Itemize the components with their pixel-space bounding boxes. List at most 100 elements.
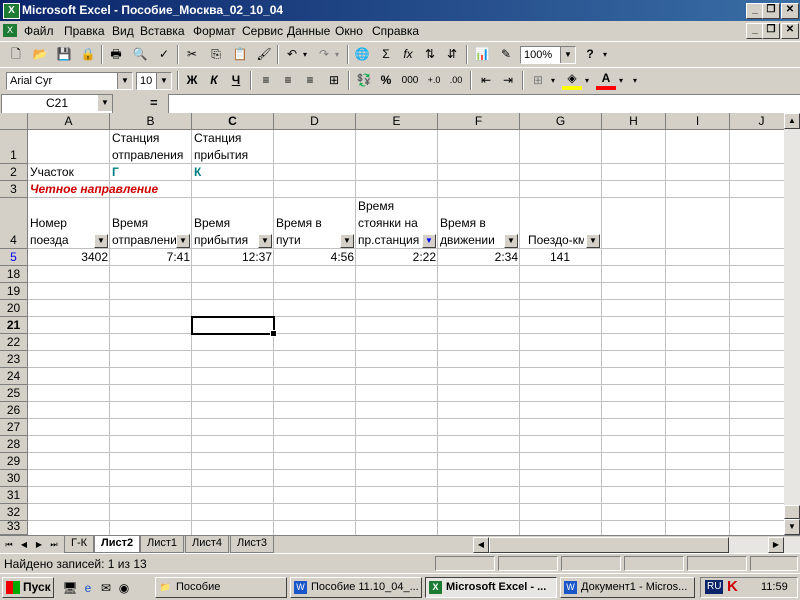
chevron-down-icon[interactable]: ▼: [117, 73, 132, 89]
row-header-23[interactable]: 23: [0, 351, 28, 368]
column-header-i[interactable]: I: [666, 113, 730, 130]
sheet-tab-list2[interactable]: Лист2: [94, 536, 141, 553]
merge-center-icon[interactable]: ⊞: [324, 71, 344, 90]
scroll-down-icon[interactable]: ▼: [784, 519, 800, 535]
undo-dropdown-icon[interactable]: ▾: [300, 45, 310, 64]
thousands-separator-button[interactable]: 000: [400, 71, 420, 90]
autofilter-d-chevron-down-icon[interactable]: ▼: [340, 234, 354, 248]
new-document-icon[interactable]: 🗋: [6, 45, 26, 64]
cell-b4-line2[interactable]: отправлени: [112, 232, 176, 249]
menu-tools[interactable]: Сервис: [242, 24, 283, 38]
format-painter-icon[interactable]: 🖌: [254, 45, 274, 64]
scroll-left-icon[interactable]: ◀: [473, 537, 489, 553]
cell-c2[interactable]: К: [194, 164, 201, 181]
row-header-31[interactable]: 31: [0, 487, 28, 504]
menu-edit[interactable]: Правка: [64, 24, 105, 38]
decrease-indent-icon[interactable]: ⇤: [476, 71, 496, 90]
select-all-corner[interactable]: [0, 113, 28, 130]
fill-color-icon[interactable]: ◈: [562, 71, 582, 90]
print-icon[interactable]: 🖶: [106, 45, 126, 64]
print-preview-icon[interactable]: 🔍: [130, 45, 150, 64]
cell-c1-line1[interactable]: Станция: [194, 130, 241, 147]
prev-sheet-icon[interactable]: ◀: [17, 538, 31, 552]
row-header-19[interactable]: 19: [0, 283, 28, 300]
sheet-tab-list4[interactable]: Лист4: [185, 536, 230, 553]
column-header-g[interactable]: G: [520, 113, 602, 130]
cut-icon[interactable]: ✂: [182, 45, 202, 64]
cell-a4-line1[interactable]: Номер: [30, 215, 67, 232]
cell-c4-line2[interactable]: прибытия: [194, 232, 248, 249]
cell-g4[interactable]: Поездо-км: [528, 232, 584, 249]
cell-c5[interactable]: 12:37: [192, 249, 272, 266]
scroll-right-icon[interactable]: ▶: [768, 537, 784, 553]
row-header-29[interactable]: 29: [0, 453, 28, 470]
increase-indent-icon[interactable]: ⇥: [498, 71, 518, 90]
row-header-30[interactable]: 30: [0, 470, 28, 487]
close-button[interactable]: ✕: [781, 3, 799, 19]
doc-close-button[interactable]: ✕: [781, 23, 799, 39]
align-center-icon[interactable]: ≡: [278, 71, 298, 90]
autofilter-e-active-chevron-down-icon[interactable]: ▼: [422, 234, 436, 248]
menu-help[interactable]: Справка: [372, 24, 419, 38]
excel-app-icon[interactable]: X: [3, 3, 20, 19]
menu-format[interactable]: Формат: [193, 24, 236, 38]
column-header-j[interactable]: J: [730, 113, 784, 130]
percent-button[interactable]: %: [376, 71, 396, 90]
fill-color-dropdown-icon[interactable]: ▾: [582, 71, 592, 90]
drawing-icon[interactable]: ✎: [496, 45, 516, 64]
redo-icon[interactable]: ↷: [314, 45, 334, 64]
worksheet-grid[interactable]: A B C D E F G H I J 1 2 3 4 5 18 19 20 2…: [0, 113, 784, 535]
decrease-decimal-icon[interactable]: .00: [446, 71, 466, 90]
toolbar-options-icon[interactable]: ▾: [630, 71, 640, 90]
chevron-down-icon[interactable]: ▼: [98, 95, 112, 111]
task-excel[interactable]: X Microsoft Excel - ...: [425, 577, 557, 598]
column-header-e[interactable]: E: [356, 113, 438, 130]
row-header-27[interactable]: 27: [0, 419, 28, 436]
spelling-icon[interactable]: ✓: [154, 45, 174, 64]
bold-button[interactable]: Ж: [182, 71, 202, 90]
align-left-icon[interactable]: ≡: [256, 71, 276, 90]
hyperlink-icon[interactable]: 🌐: [352, 45, 372, 64]
column-header-a[interactable]: A: [28, 113, 110, 130]
sheet-tab-list3[interactable]: Лист3: [230, 536, 275, 553]
sort-ascending-icon[interactable]: ⇅: [420, 45, 440, 64]
autofilter-c-chevron-down-icon[interactable]: ▼: [258, 234, 272, 248]
row-header-5[interactable]: 5: [0, 249, 28, 266]
help-icon[interactable]: ?: [580, 45, 600, 64]
first-sheet-icon[interactable]: ⏮: [2, 538, 16, 552]
column-header-b[interactable]: B: [110, 113, 192, 130]
task-posobie-folder[interactable]: 📁 Пособие: [155, 577, 287, 598]
next-sheet-icon[interactable]: ▶: [32, 538, 46, 552]
cell-g5[interactable]: 141: [520, 249, 570, 266]
name-box[interactable]: C21 ▼: [1, 94, 113, 114]
font-color-dropdown-icon[interactable]: ▾: [616, 71, 626, 90]
row-header-2[interactable]: 2: [0, 164, 28, 181]
workbook-icon[interactable]: X: [3, 24, 17, 37]
row-header-1[interactable]: 1: [0, 130, 28, 164]
cell-a4-line2[interactable]: поезда: [30, 232, 69, 249]
column-header-d[interactable]: D: [274, 113, 356, 130]
row-header-28[interactable]: 28: [0, 436, 28, 453]
last-sheet-icon[interactable]: ⏭: [47, 538, 61, 552]
italic-button[interactable]: К: [204, 71, 224, 90]
vertical-scrollbar[interactable]: ▲ ▼: [784, 113, 800, 535]
underline-button[interactable]: Ч: [226, 71, 246, 90]
borders-icon[interactable]: ⊞: [528, 71, 548, 90]
cell-f5[interactable]: 2:34: [438, 249, 518, 266]
increase-decimal-icon[interactable]: +.0: [424, 71, 444, 90]
sort-descending-icon[interactable]: ⇵: [442, 45, 462, 64]
paste-icon[interactable]: 📋: [230, 45, 250, 64]
cell-e4-line2[interactable]: стоянки на: [358, 215, 418, 232]
restore-button[interactable]: ❐: [762, 3, 780, 19]
cell-e5[interactable]: 2:22: [356, 249, 436, 266]
toolbar-options-icon[interactable]: ▾: [600, 45, 610, 64]
insert-function-icon[interactable]: fx: [398, 45, 418, 64]
title-bar[interactable]: X Microsoft Excel - Пособие_Москва_02_10…: [0, 0, 800, 21]
font-size-combo[interactable]: 10 ▼: [136, 72, 172, 90]
permission-icon[interactable]: 🔒: [78, 45, 98, 64]
menu-view[interactable]: Вид: [112, 24, 134, 38]
cell-b4-line1[interactable]: Время: [112, 215, 148, 232]
undo-icon[interactable]: ↶: [282, 45, 302, 64]
row-header-26[interactable]: 26: [0, 402, 28, 419]
font-name-combo[interactable]: Arial Cyr ▼: [6, 72, 133, 90]
